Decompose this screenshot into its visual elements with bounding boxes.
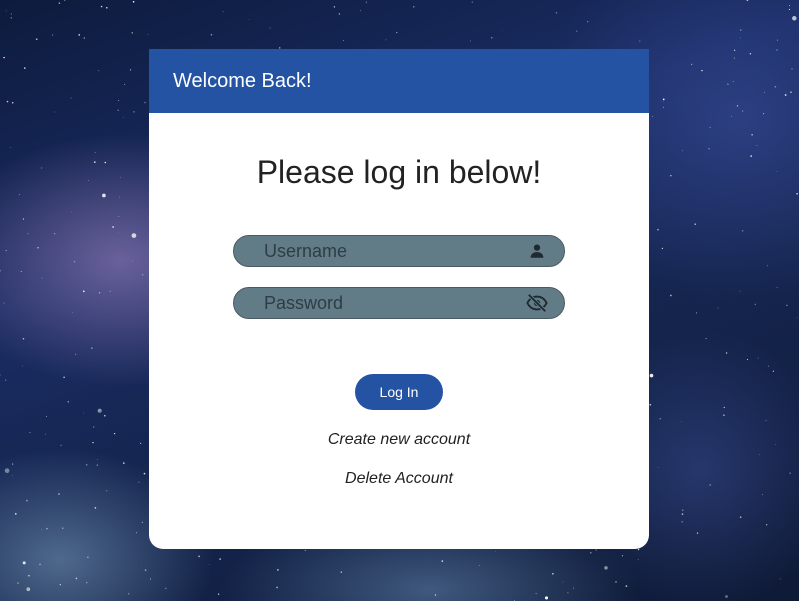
page-heading: Please log in below! — [256, 154, 542, 190]
person-icon — [526, 240, 548, 262]
username-field — [233, 235, 565, 267]
password-field — [233, 287, 565, 319]
card-title: Welcome Back! — [173, 69, 312, 92]
username-input[interactable] — [234, 236, 526, 266]
password-input[interactable] — [234, 288, 526, 318]
create-account-link[interactable]: Create new account — [149, 431, 649, 449]
card-header: Welcome Back! — [149, 49, 649, 113]
eye-off-icon[interactable] — [526, 292, 548, 314]
delete-account-link[interactable]: Delete Account — [149, 470, 649, 488]
login-card: Welcome Back! Please log in below! Log I… — [149, 49, 649, 549]
login-button[interactable]: Log In — [355, 374, 443, 410]
